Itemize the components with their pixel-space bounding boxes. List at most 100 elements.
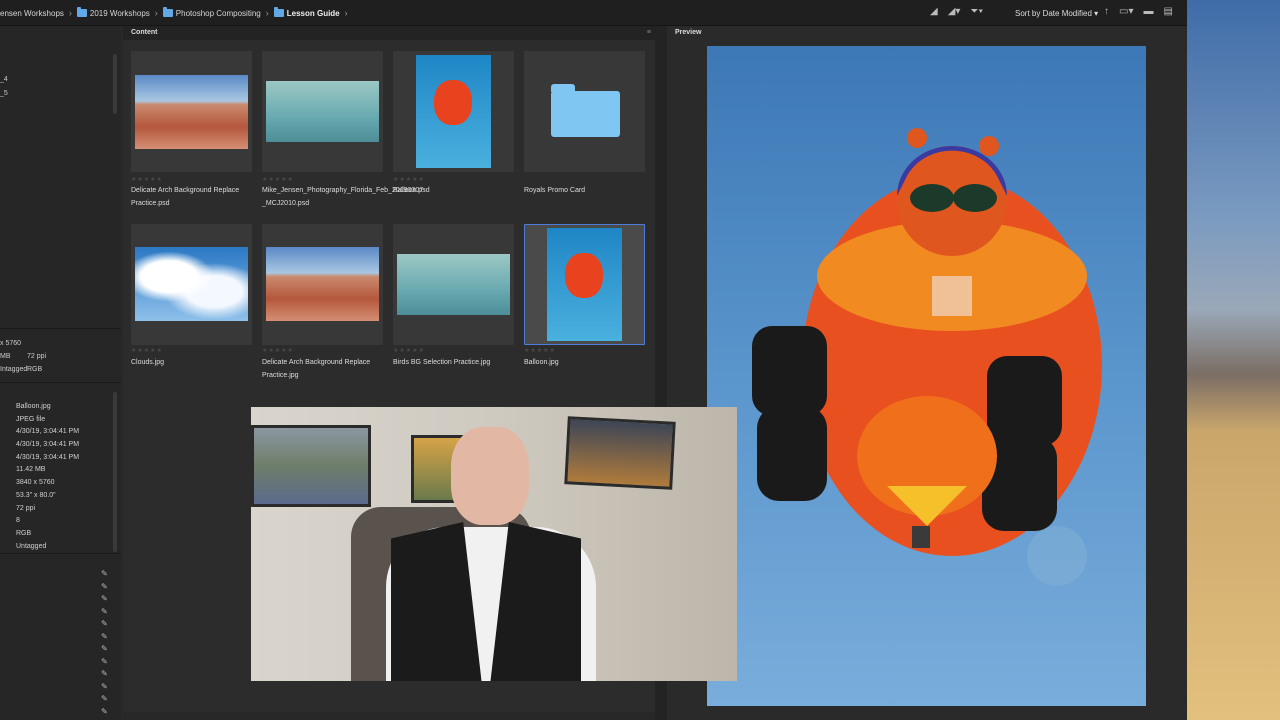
lens-flare — [1027, 526, 1087, 586]
thumbnail-card[interactable] — [131, 51, 252, 172]
thumbnail-label: Birds BG Selection Practice.jpg — [393, 359, 491, 366]
metadata-value: 8 — [16, 517, 20, 525]
tab-content[interactable]: Content — [131, 29, 157, 36]
breadcrumb-item[interactable]: Photoshop Compositing — [162, 7, 261, 18]
pencil-icon[interactable]: ✎ — [101, 693, 108, 706]
scrollbar[interactable] — [113, 392, 117, 552]
balloon-basket — [912, 526, 930, 548]
rating-stars[interactable]: ★★★★★ — [131, 347, 163, 354]
metadata-value: 53.3" x 80.0" — [16, 491, 56, 499]
star-filter-icon[interactable]: ◢▾ — [948, 6, 961, 17]
preview-image — [707, 46, 1146, 706]
rating-stars[interactable]: ★★★★★ — [262, 347, 294, 354]
thumbnail-card[interactable] — [131, 224, 252, 345]
scrollbar[interactable] — [113, 54, 117, 114]
filter-icon[interactable]: ⏷▾ — [970, 6, 983, 17]
person-head — [451, 427, 529, 525]
sort-ascending-icon[interactable]: ↑ — [1104, 6, 1109, 17]
chevron-right-icon: › — [68, 8, 72, 18]
thumbnail-image — [266, 247, 379, 321]
pencil-icon[interactable]: ✎ — [101, 568, 108, 581]
thumbnail-image — [547, 228, 622, 341]
chevron-right-icon: › — [154, 8, 158, 18]
thumbnail-label: Balloon.psd — [393, 187, 430, 194]
pencil-icon[interactable]: ✎ — [101, 681, 108, 694]
rating-stars[interactable]: ★★★★★ — [393, 176, 425, 183]
balloon-ear — [907, 128, 927, 148]
divider — [0, 328, 121, 329]
breadcrumb-item[interactable]: 2019 Workshops — [76, 7, 150, 18]
pencil-icon[interactable]: ✎ — [101, 643, 108, 656]
metadata-value: 4/30/19, 3:04:41 PM — [16, 441, 80, 449]
thumbnail-label: Clouds.jpg — [131, 359, 165, 366]
thumbnail-card[interactable] — [393, 51, 514, 172]
pencil-icon[interactable]: ✎ — [101, 668, 108, 681]
size-unit: MB — [0, 353, 11, 360]
toolbar-left: ◢ ◢▾ ⏷▾ — [930, 6, 983, 17]
goggle-lens — [953, 184, 997, 212]
thumbnail-card[interactable] — [262, 224, 383, 345]
toolbar-right: ↑ ▭▾ ▬ ▤ — [1104, 6, 1173, 17]
balloon-shape — [565, 253, 603, 298]
balloon-hand — [752, 326, 827, 416]
pencil-icon[interactable]: ✎ — [101, 581, 108, 594]
thumbnail-card[interactable] — [393, 224, 514, 345]
pencil-icon[interactable]: ✎ — [101, 618, 108, 631]
balloon-shape — [434, 80, 472, 125]
rating-stars[interactable]: ★★★★★ — [524, 347, 556, 354]
edit-icons: ✎ ✎ ✎ ✎ ✎ ✎ ✎ ✎ ✎ ✎ ✎ ✎ — [101, 568, 108, 718]
folder-icon — [162, 7, 173, 17]
breadcrumb: ensen Workshops › 2019 Workshops › Photo… — [0, 7, 353, 18]
webcam-overlay — [251, 407, 737, 681]
metadata-value: RGB — [16, 529, 32, 537]
balloon-hand — [987, 356, 1062, 446]
thumbnail-label: Mike_Jensen_Photography_Florida_Feb_2019… — [262, 187, 426, 207]
divider — [0, 382, 121, 383]
open-recent-icon[interactable]: ▭▾ — [1119, 6, 1133, 17]
thumbnail-image — [416, 55, 491, 168]
balloon-illustration — [752, 128, 1102, 586]
balloon-foot — [757, 406, 827, 501]
quality-icon[interactable]: ◢ — [930, 6, 938, 17]
thumbnail-image — [266, 81, 379, 142]
metadata-value: Untagged — [16, 542, 47, 550]
color-mode: RGB — [27, 366, 43, 373]
desktop-wallpaper — [1187, 0, 1280, 720]
goggle-lens — [910, 184, 954, 212]
pencil-icon[interactable]: ✎ — [101, 656, 108, 669]
pencil-icon[interactable]: ✎ — [101, 606, 108, 619]
new-folder-icon[interactable]: ▬ — [1143, 6, 1153, 17]
pencil-icon[interactable]: ✎ — [101, 631, 108, 644]
folder-item[interactable]: _4 — [0, 76, 8, 83]
breadcrumb-item-current[interactable]: Lesson Guide — [273, 7, 340, 18]
content-tabbar: Content ≡ — [123, 26, 655, 40]
rating-stars[interactable]: ★★★★★ — [262, 176, 294, 183]
chevron-right-icon: › — [265, 8, 269, 18]
preview-panel: Preview — [667, 26, 1187, 720]
rating-stars[interactable]: ★★★★★ — [131, 176, 163, 183]
thumbnail-image — [397, 254, 510, 315]
sort-dropdown[interactable]: Sort by Date Modified ▾ — [1015, 9, 1098, 18]
folder-item[interactable]: _5 — [0, 90, 8, 97]
breadcrumb-item[interactable]: ensen Workshops — [0, 9, 64, 18]
metadata-value: 11.42 MB — [16, 466, 46, 474]
thumbnail-label: Royals Promo Card — [524, 187, 586, 194]
thumbnail-card-selected[interactable] — [524, 224, 645, 345]
panel-menu-icon[interactable]: ≡ — [647, 29, 651, 36]
wall-painting — [564, 416, 676, 490]
trash-icon[interactable]: ▤ — [1163, 6, 1172, 17]
metadata-value: Balloon.jpg — [16, 403, 51, 410]
path-bar: ensen Workshops › 2019 Workshops › Photo… — [0, 0, 1187, 26]
pencil-icon[interactable]: ✎ — [101, 593, 108, 606]
pencil-icon[interactable]: ✎ — [101, 706, 108, 719]
metadata-list: Balloon.jpg JPEG file 4/30/19, 3:04:41 P… — [16, 401, 79, 553]
balloon-ear — [979, 136, 999, 156]
balloon-bib — [932, 276, 972, 316]
tab-preview[interactable]: Preview — [675, 29, 701, 36]
resolution-value: 72 ppi — [27, 353, 47, 360]
thumbnail-card[interactable] — [524, 51, 645, 172]
thumbnail-card[interactable] — [262, 51, 383, 172]
rating-stars[interactable]: ★★★★★ — [393, 347, 425, 354]
thumbnail-image — [135, 247, 248, 321]
metadata-value: JPEG file — [16, 415, 46, 423]
